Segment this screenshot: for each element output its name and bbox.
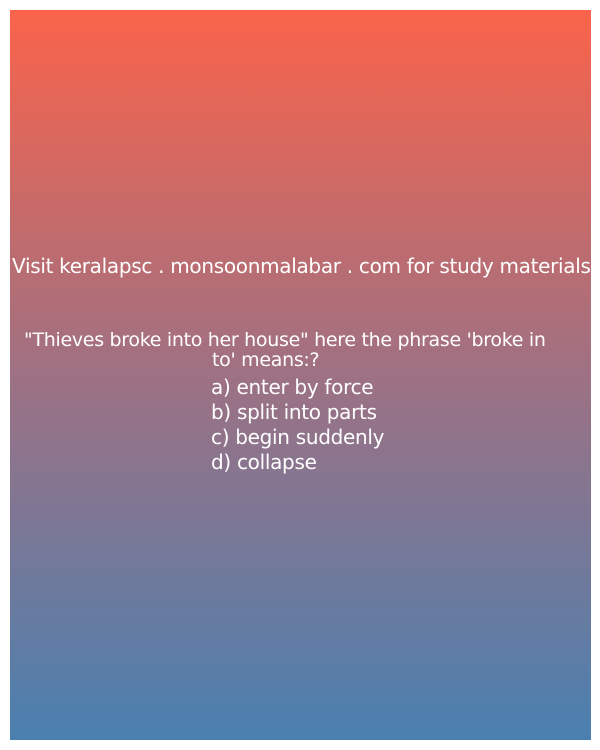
answer-options: a) enter by force b) split into parts c)… [211, 375, 385, 475]
question-line-2: to' means:? [212, 349, 320, 371]
question-card: Visit keralapsc . monsoonmalabar . com f… [10, 10, 591, 740]
site-notice: Visit keralapsc . monsoonmalabar . com f… [12, 254, 591, 278]
option-d: d) collapse [211, 450, 317, 474]
question-line-1: "Thieves broke into her house" here the … [24, 329, 546, 351]
option-b: b) split into parts [211, 400, 377, 424]
option-c: c) begin suddenly [211, 425, 385, 449]
question-text: "Thieves broke into her house" here the … [24, 330, 589, 370]
option-a: a) enter by force [211, 375, 374, 399]
